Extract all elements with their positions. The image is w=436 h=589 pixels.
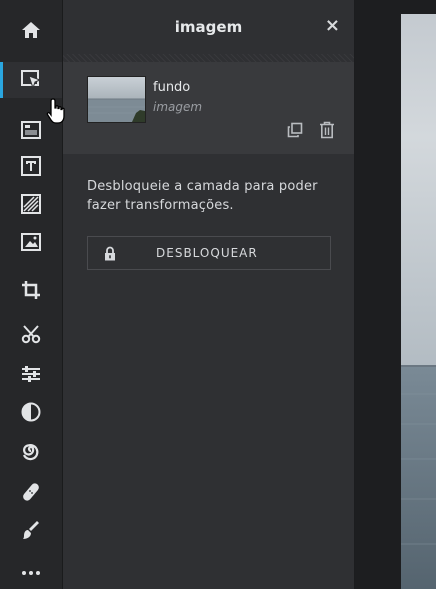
brush-icon	[23, 521, 39, 539]
spiral-icon	[23, 444, 39, 461]
text-icon	[21, 156, 41, 176]
canvas-image[interactable]	[401, 14, 436, 589]
adjust-sliders-icon	[22, 366, 40, 382]
unlock-layer-button[interactable]: DESBLOQUEAR	[87, 236, 331, 270]
duplicate-layer-icon[interactable]	[287, 122, 303, 138]
adjust-tool-button[interactable]	[0, 356, 62, 392]
home-button[interactable]	[0, 12, 62, 48]
more-icon	[22, 571, 40, 575]
panel-header: imagem ×	[63, 0, 354, 54]
arrange-tool-button[interactable]	[0, 62, 62, 98]
home-icon	[22, 22, 40, 38]
hand-cursor-icon	[46, 98, 65, 124]
bandage-icon	[23, 483, 39, 501]
contrast-icon	[21, 402, 41, 422]
layer-properties-panel: imagem × fundo imagem Desbloqueie a cama…	[63, 0, 354, 589]
crop-tool-button[interactable]	[0, 272, 62, 308]
layer-thumbnail	[87, 76, 146, 123]
texture-tool-button[interactable]	[0, 186, 62, 222]
layer-type: imagem	[153, 100, 203, 114]
cut-tool-button[interactable]	[0, 316, 62, 352]
texture-icon	[21, 194, 41, 214]
layer-name: fundo	[153, 80, 191, 95]
header-divider	[63, 54, 354, 62]
close-panel-button[interactable]: ×	[325, 16, 340, 36]
cut-icon	[21, 325, 41, 344]
crop-icon	[22, 281, 40, 299]
unlock-button-label: DESBLOQUEAR	[156, 246, 258, 260]
layer-item[interactable]: fundo imagem	[63, 62, 354, 154]
delete-layer-icon[interactable]	[319, 121, 335, 139]
heal-tool-button[interactable]	[0, 474, 62, 510]
more-tools-button[interactable]	[0, 560, 62, 586]
contrast-tool-button[interactable]	[0, 394, 62, 430]
image-icon	[21, 233, 41, 251]
tool-sidebar	[0, 0, 63, 589]
lock-icon	[105, 246, 115, 261]
locked-layer-message: Desbloqueie a camada para poder fazer tr…	[87, 179, 318, 213]
select-arrange-icon	[21, 70, 42, 90]
panel-title: imagem	[174, 18, 243, 36]
distort-tool-button[interactable]	[0, 432, 62, 468]
image-tool-button[interactable]	[0, 224, 62, 260]
brush-tool-button[interactable]	[0, 512, 62, 548]
layers-grid-icon	[21, 121, 41, 139]
text-tool-button[interactable]	[0, 148, 62, 184]
